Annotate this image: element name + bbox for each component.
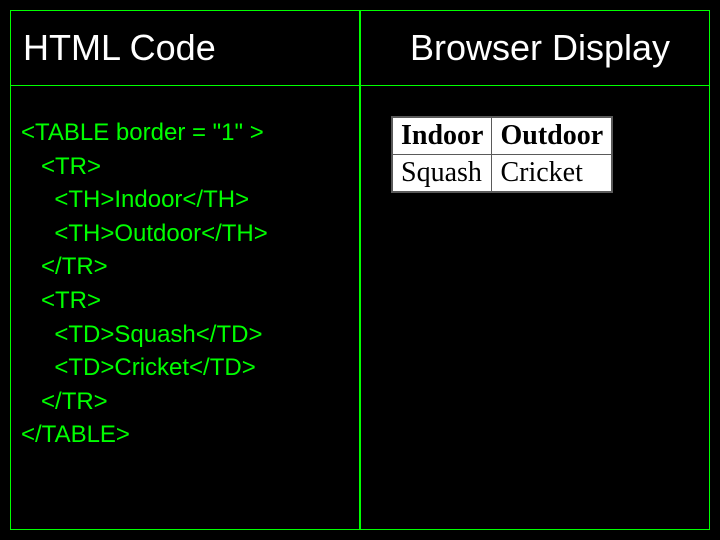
left-column: HTML Code <TABLE border = "1" > <TR> <TH…	[10, 10, 360, 530]
table-header-cell: Indoor	[392, 117, 492, 155]
table-cell: Squash	[392, 155, 492, 193]
left-header: HTML Code	[11, 11, 359, 86]
left-title: HTML Code	[23, 27, 347, 69]
table-header-cell: Outdoor	[492, 117, 612, 155]
right-body: Indoor Outdoor Squash Cricket	[361, 86, 709, 529]
html-code-block: <TABLE border = "1" > <TR> <TH>Indoor</T…	[21, 116, 349, 452]
right-column: Browser Display Indoor Outdoor Squash Cr…	[360, 10, 710, 530]
left-body: <TABLE border = "1" > <TR> <TH>Indoor</T…	[11, 86, 359, 529]
table-cell: Cricket	[492, 155, 612, 193]
table-row: Squash Cricket	[392, 155, 612, 193]
slide-container: HTML Code <TABLE border = "1" > <TR> <TH…	[0, 0, 720, 540]
rendered-table: Indoor Outdoor Squash Cricket	[391, 116, 613, 193]
right-header: Browser Display	[361, 11, 709, 86]
right-title: Browser Display	[373, 27, 697, 69]
table-header-row: Indoor Outdoor	[392, 117, 612, 155]
